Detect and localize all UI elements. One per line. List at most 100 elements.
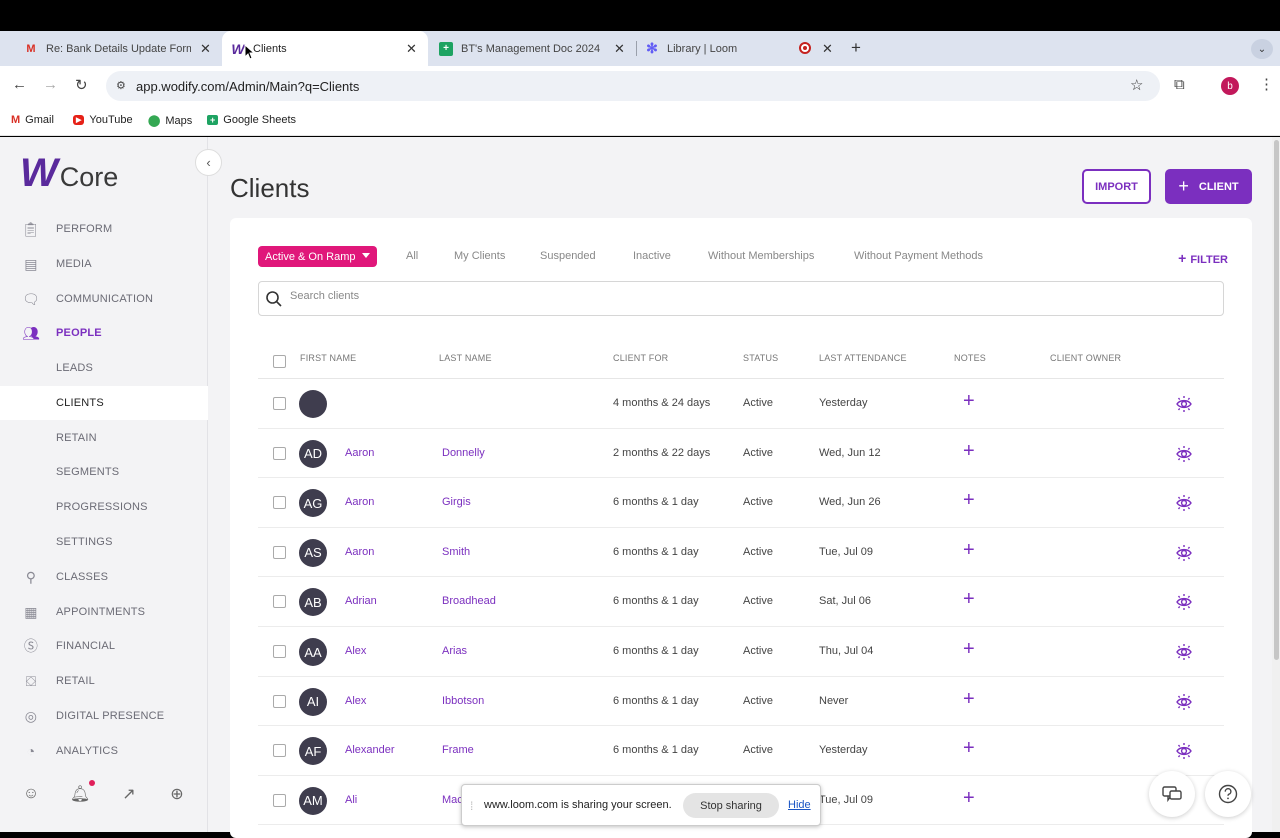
stop-sharing-button[interactable]: Stop sharing [683,793,779,818]
row-checkbox[interactable] [273,397,286,410]
first-name-link[interactable]: Adrian [345,595,377,607]
sidebar-item-clients[interactable]: CLIENTS [0,386,208,420]
sidebar-item-analytics[interactable]: ◔ ANALYTICS [0,734,208,768]
row-checkbox[interactable] [273,595,286,609]
sidebar-item-leads[interactable]: LEADS [0,351,208,385]
avatar[interactable]: AF [299,737,327,766]
add-note-icon[interactable]: + [963,787,975,810]
column-first-name[interactable]: FIRST NAME [300,353,356,363]
chat-button[interactable] [1149,771,1195,817]
avatar[interactable]: AS [299,538,327,567]
column-client-owner[interactable]: CLIENT OWNER [1050,353,1121,363]
back-icon[interactable]: ← [12,76,27,93]
table-row[interactable]: AS Aaron Smith 6 months & 1 day Active Tue, J… [258,528,1224,578]
profile-avatar[interactable]: b [1221,77,1239,95]
first-name-link[interactable]: Aaron [345,546,374,558]
add-note-icon[interactable]: + [963,440,975,463]
sidebar-item-financial[interactable]: Ⓢ FINANCIAL [0,629,208,663]
close-icon[interactable]: ✕ [406,41,417,57]
last-name-link[interactable]: Arias [442,645,467,657]
avatar[interactable] [299,390,327,418]
collapse-sidebar-button[interactable]: ‹ [195,149,222,176]
row-checkbox[interactable] [273,496,286,510]
select-all-checkbox[interactable] [273,355,286,368]
column-client-for[interactable]: CLIENT FOR [613,353,668,363]
sidebar-item-people[interactable]: 👥︎ PEOPLE [0,316,208,350]
view-client-icon[interactable] [1175,395,1193,413]
column-status[interactable]: STATUS [743,353,778,363]
view-client-icon[interactable] [1175,544,1193,562]
last-name-link[interactable]: Ibbotson [442,695,484,707]
first-name-link[interactable]: Aaron [345,496,374,508]
row-checkbox[interactable] [273,545,286,559]
import-button[interactable]: IMPORT [1082,169,1151,204]
site-info-icon[interactable]: ⚙ [116,79,126,92]
row-checkbox[interactable] [273,694,286,708]
row-checkbox[interactable] [273,446,286,460]
sidebar-item-appointments[interactable]: ▦ APPOINTMENTS [0,595,208,629]
row-checkbox[interactable] [273,793,286,807]
tab-gmail[interactable]: M Re: Bank Details Update Form ✕ [16,31,222,66]
add-note-icon[interactable]: + [963,489,975,512]
first-name-link[interactable]: Ali [345,794,357,806]
view-client-icon[interactable] [1175,593,1193,611]
new-tab-icon[interactable]: + [851,38,861,58]
table-row[interactable]: AG Aaron Girgis 6 months & 1 day Active Wed, … [258,478,1224,528]
tab-loom[interactable]: ✻ Library | Loom ✕ [636,31,842,66]
bookmark-gmail[interactable]: M Gmail [11,114,54,126]
table-row[interactable]: AB Adrian Broadhead 6 months & 1 day Active S… [258,577,1224,627]
view-client-icon[interactable] [1175,693,1193,711]
last-name-link[interactable]: Broadhead [442,595,496,607]
tab-suspended[interactable]: Suspended [540,250,596,262]
close-icon[interactable]: ✕ [200,41,211,57]
active-on-ramp-dropdown[interactable]: Active & On Ramp [258,246,378,267]
table-row[interactable]: AI Alex Ibbotson 6 months & 1 day Active Neve… [258,677,1224,727]
add-note-icon[interactable]: + [963,588,975,611]
search-input[interactable] [290,290,1190,302]
add-client-button[interactable]: + CLIENT [1165,169,1252,204]
forward-icon[interactable]: → [43,76,58,93]
hide-link[interactable]: Hide [788,799,811,811]
sidebar-item-media[interactable]: ▤ MEDIA [0,247,208,281]
bookmark-maps[interactable]: ⬤ Maps [148,114,192,128]
avatar[interactable]: AD [299,439,327,468]
avatar[interactable]: AB [299,588,327,617]
menu-icon[interactable]: ⋮ [1259,75,1274,93]
first-name-link[interactable]: Alexander [345,744,395,756]
avatar[interactable]: AA [299,638,327,666]
row-checkbox[interactable] [273,744,286,758]
tab-all[interactable]: All [406,250,418,262]
first-name-link[interactable]: Alex [345,645,366,657]
filter-button[interactable]: + FILTER [1178,250,1228,266]
last-name-link[interactable]: Frame [442,744,474,756]
add-note-icon[interactable]: + [963,737,975,760]
last-name-link[interactable]: Girgis [442,496,471,508]
row-checkbox[interactable] [273,645,286,658]
tab-sheets[interactable]: + BT's Management Doc 2024 ✕ [430,31,636,66]
add-note-icon[interactable]: + [963,638,975,661]
avatar[interactable]: AM [299,786,327,815]
sidebar-item-segments[interactable]: SEGMENTS [0,455,208,489]
reload-icon[interactable]: ↻ [75,76,88,94]
add-note-icon[interactable]: + [963,539,975,562]
view-client-icon[interactable] [1175,494,1193,512]
view-client-icon[interactable] [1175,643,1193,661]
table-row[interactable]: AF Alexander Frame 6 months & 1 day Active Ye… [258,726,1224,776]
first-name-link[interactable]: Alex [345,695,366,707]
help-button[interactable] [1205,771,1251,817]
tab-inactive[interactable]: Inactive [633,250,671,262]
sidebar-item-retail[interactable]: ⛋ RETAIL [0,664,208,698]
globe-icon[interactable]: ⊕ [165,782,189,806]
avatar[interactable]: AI [299,687,327,716]
table-row[interactable]: AD Aaron Donnelly 2 months & 22 days Active W… [258,429,1224,479]
sidebar-item-classes[interactable]: ⚲ CLASSES [0,560,208,594]
external-link-icon[interactable]: ↗ [117,782,141,806]
last-name-link[interactable]: Mac [442,794,463,806]
bookmark-sheets[interactable]: + Google Sheets [207,114,296,126]
wodify-core-logo[interactable]: W Core [20,153,118,193]
tab-list-icon[interactable]: ⌄ [1251,39,1273,59]
tab-my-clients[interactable]: My Clients [454,250,505,262]
bookmark-youtube[interactable]: ▶ YouTube [73,114,133,126]
address-bar[interactable]: ⚙ app.wodify.com/Admin/Main?q=Clients ☆ [106,71,1160,101]
view-client-icon[interactable] [1175,742,1193,760]
